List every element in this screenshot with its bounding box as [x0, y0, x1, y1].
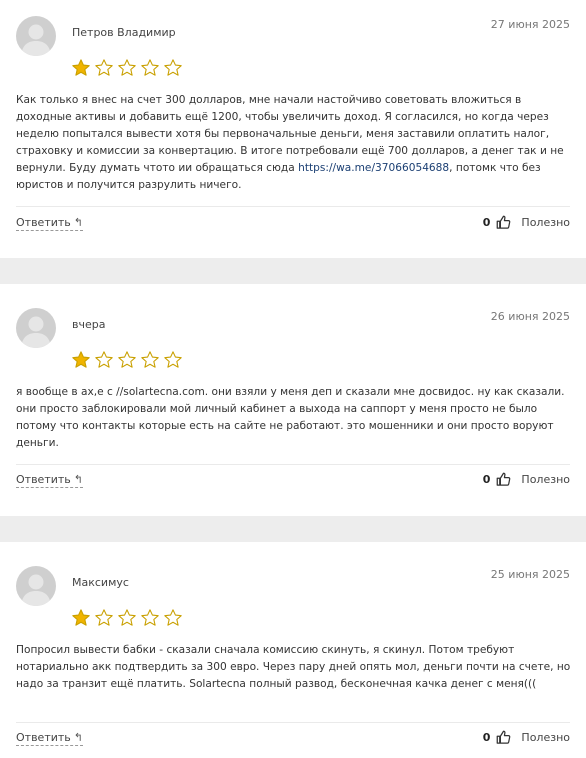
reply-arrow-icon: ↰	[73, 731, 83, 744]
star-empty-icon	[95, 351, 113, 368]
review-text-part: я вообще в ах,е с //solartecna.com. они …	[16, 386, 565, 449]
star-empty-icon	[95, 59, 113, 76]
review-card: Максимус 25 июня 2025 Попросил вывести б…	[0, 542, 586, 758]
star-empty-icon	[118, 59, 136, 76]
user-silhouette-icon	[21, 24, 51, 56]
helpful-button[interactable]: Полезно	[521, 731, 570, 744]
review-card: Петров Владимир 27 июня 2025 Как только …	[0, 0, 586, 258]
avatar	[16, 16, 56, 56]
divider	[16, 206, 570, 207]
like-count: 0	[482, 216, 491, 229]
star-filled-icon	[72, 351, 90, 368]
thumbs-up-icon[interactable]	[496, 472, 511, 487]
review-link[interactable]: https://wa.me/37066054688	[298, 162, 449, 174]
thumbs-up-icon[interactable]	[496, 215, 511, 230]
reply-label: Ответить	[16, 216, 71, 229]
review-date: 26 июня 2025	[490, 310, 570, 323]
reply-button[interactable]: Ответить ↰	[16, 216, 83, 231]
star-empty-icon	[141, 609, 159, 626]
review-text-part: Попросил вывести бабки - сказали сначала…	[16, 644, 571, 690]
helpful-section: 0 Полезно	[483, 472, 570, 487]
helpful-button[interactable]: Полезно	[521, 473, 570, 486]
avatar	[16, 308, 56, 348]
reply-arrow-icon: ↰	[73, 216, 83, 229]
review-text: я вообще в ах,е с //solartecna.com. они …	[16, 384, 572, 452]
divider	[16, 464, 570, 465]
star-empty-icon	[164, 351, 182, 368]
helpful-section: 0 Полезно	[483, 215, 570, 230]
helpful-button[interactable]: Полезно	[521, 216, 570, 229]
star-filled-icon	[72, 59, 90, 76]
star-rating	[71, 58, 183, 78]
star-rating	[71, 350, 183, 370]
thumbs-up-icon[interactable]	[496, 730, 511, 745]
review-date: 27 июня 2025	[490, 18, 570, 31]
like-count: 0	[482, 731, 491, 744]
reply-button[interactable]: Ответить ↰	[16, 731, 83, 746]
review-card: вчера 26 июня 2025 я вообще в ах,е с //s…	[0, 284, 586, 516]
star-empty-icon	[118, 609, 136, 626]
star-empty-icon	[164, 59, 182, 76]
reply-button[interactable]: Ответить ↰	[16, 473, 83, 488]
divider	[16, 722, 570, 723]
star-empty-icon	[118, 351, 136, 368]
like-count: 0	[482, 473, 491, 486]
star-empty-icon	[164, 609, 182, 626]
review-date: 25 июня 2025	[490, 568, 570, 581]
review-text: Как только я внес на счет 300 долларов, …	[16, 92, 572, 194]
star-rating	[71, 608, 183, 628]
star-empty-icon	[141, 351, 159, 368]
star-filled-icon	[72, 609, 90, 626]
star-empty-icon	[141, 59, 159, 76]
review-author: Петров Владимир	[72, 26, 176, 39]
review-author: вчера	[72, 318, 106, 331]
user-silhouette-icon	[21, 574, 51, 606]
reply-label: Ответить	[16, 731, 71, 744]
user-silhouette-icon	[21, 316, 51, 348]
review-text: Попросил вывести бабки - сказали сначала…	[16, 642, 572, 693]
avatar	[16, 566, 56, 606]
star-empty-icon	[95, 609, 113, 626]
review-author: Максимус	[72, 576, 129, 589]
helpful-section: 0 Полезно	[483, 730, 570, 745]
reply-arrow-icon: ↰	[73, 473, 83, 486]
reply-label: Ответить	[16, 473, 71, 486]
